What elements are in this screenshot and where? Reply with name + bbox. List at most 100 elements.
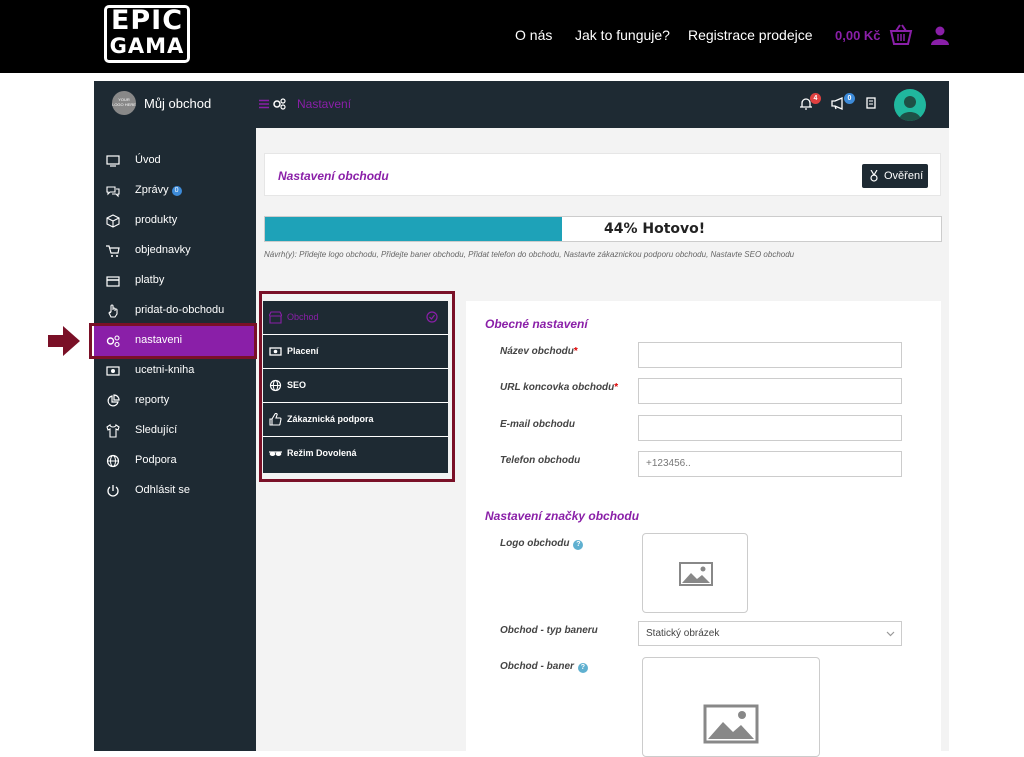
messages-badge: 0: [171, 186, 182, 196]
user-avatar[interactable]: [894, 89, 926, 121]
breadcrumb-gears-icon: [273, 98, 286, 110]
banner-upload[interactable]: [642, 657, 820, 757]
shop-name-label-text: Název obchodu: [500, 346, 574, 357]
setup-progress-bar: 44% Hotovo!: [264, 216, 942, 242]
megaphone-icon[interactable]: [831, 97, 845, 110]
banner-type-select[interactable]: Statický obrázek: [638, 621, 902, 646]
check-circle-icon: [426, 311, 438, 323]
sidebar-item-label: Podpora: [135, 454, 177, 466]
verify-button[interactable]: Ověření: [862, 164, 928, 188]
setup-progress-fill: [265, 217, 563, 241]
shop-name-input[interactable]: [638, 342, 902, 368]
sidebar-item-reporty[interactable]: reporty: [94, 386, 256, 416]
sidebar-item-uvod[interactable]: Úvod: [94, 146, 256, 176]
basket-icon[interactable]: [889, 24, 913, 46]
banner-type-label: Obchod - typ baneru: [500, 625, 598, 636]
ledger-icon[interactable]: [866, 97, 876, 109]
box-icon: [106, 214, 120, 228]
sidebar-item-label: Odhlásit se: [135, 484, 191, 496]
banner-type-value: Statický obrázek: [646, 628, 720, 639]
site-header: EPIC GAMA O nás Jak to funguje? Registra…: [0, 0, 1024, 73]
required-mark: *: [614, 382, 619, 393]
sidebar-item-label: Úvod: [135, 154, 161, 166]
sidebar-item-produkty[interactable]: produkty: [94, 206, 256, 236]
shop-name[interactable]: Můj obchod: [144, 96, 211, 111]
sidebar-item-platby[interactable]: platby: [94, 266, 256, 296]
cart-total[interactable]: 0,00 Kč: [835, 28, 881, 43]
sidebar-item-label: platby: [135, 274, 165, 286]
sidebar-item-ucetni-kniha[interactable]: ucetni-kniha: [94, 356, 256, 386]
phone-input[interactable]: +123456..: [638, 451, 902, 477]
banner-label-text: Obchod - baner: [500, 661, 574, 672]
tab-rezim-dovolena[interactable]: Režim Dovolená: [263, 437, 448, 471]
email-input[interactable]: [638, 415, 902, 441]
power-icon: [107, 485, 119, 497]
sidebar-item-odhlasit-se[interactable]: Odhlásit se: [94, 476, 256, 506]
general-settings-form: Obecné nastavení Název obchodu* URL konc…: [466, 301, 941, 757]
info-icon[interactable]: ?: [573, 540, 584, 550]
tab-label: Režim Dovolená: [287, 448, 357, 458]
tab-seo[interactable]: SEO: [263, 369, 448, 403]
shop-avatar[interactable]: YOUR LOGO HERE: [112, 91, 136, 115]
sidebar-item-text: Zprávy: [135, 184, 169, 196]
store-icon: [269, 311, 282, 324]
tab-label: Placení: [287, 346, 319, 356]
sidebar-item-pridat-do-obchodu[interactable]: pridat-do-obchodu: [94, 296, 256, 326]
settings-title-card: Nastavení obchodu Ověření: [264, 153, 941, 196]
info-icon[interactable]: ?: [577, 663, 588, 673]
globe-icon: [269, 379, 282, 392]
monitor-icon: [106, 155, 120, 167]
menu-toggle-icon[interactable]: [259, 99, 269, 109]
shirt-icon: [106, 424, 120, 438]
sidebar-item-label: ucetni-kniha: [135, 364, 195, 376]
verify-button-label: Ověření: [884, 170, 924, 182]
tab-placeni[interactable]: Placení: [263, 335, 448, 369]
page-title: Nastavení obchodu: [278, 169, 389, 183]
setup-progress-label: 44% Hotovo!: [604, 221, 706, 237]
sidebar-item-sledujici[interactable]: Sledující: [94, 416, 256, 446]
tab-label: SEO: [287, 380, 307, 390]
breadcrumb-current: Nastavení: [297, 97, 352, 111]
shop-name-label: Název obchodu*: [500, 346, 578, 357]
nav-link-how-it-works[interactable]: Jak to funguje?: [575, 27, 670, 43]
nav-link-seller-registration[interactable]: Registrace prodejce: [688, 27, 813, 43]
sidebar-item-label: objednavky: [135, 244, 191, 256]
medal-icon: [870, 170, 878, 182]
url-slug-label: URL koncovka obchodu*: [500, 382, 618, 393]
tab-obchod[interactable]: Obchod: [263, 301, 448, 335]
sidebar-item-label: Sledující: [135, 424, 178, 436]
annotation-highlight-settings: [89, 323, 257, 359]
thumbs-up-icon: [269, 413, 282, 426]
sidebar-item-podpora[interactable]: Podpora: [94, 446, 256, 476]
notifications-badge: 4: [810, 93, 821, 104]
sidebar-item-zpravy[interactable]: Zprávy 0: [94, 176, 256, 206]
shop-avatar-text: YOUR LOGO HERE: [112, 97, 136, 107]
logo-label-text: Logo obchodu: [500, 538, 570, 549]
user-avatar-icon: [899, 96, 921, 121]
tab-label: Obchod: [287, 312, 319, 322]
sidebar: Úvod Zprávy 0 produkty objednavky platby …: [94, 128, 256, 751]
required-mark: *: [573, 346, 578, 357]
logo-upload[interactable]: [642, 533, 748, 613]
image-placeholder-icon: [703, 704, 759, 744]
section-title-branding: Nastavení značky obchodu: [485, 509, 640, 523]
settings-tabs: Obchod Placení SEO Zákaznická podpora Re…: [263, 301, 448, 473]
epic-gama-logo[interactable]: EPIC GAMA: [104, 5, 190, 63]
phone-label: Telefon obchodu: [500, 455, 581, 466]
cart-icon: [106, 245, 120, 257]
nav-link-about[interactable]: O nás: [515, 27, 552, 43]
url-slug-input[interactable]: [638, 378, 902, 404]
dashboard-header: YOUR LOGO HERE Můj obchod Nastavení 4 0: [94, 81, 949, 128]
section-title-general: Obecné nastavení: [485, 317, 588, 331]
chat-icon: [106, 186, 120, 198]
email-label: E-mail obchodu: [500, 419, 575, 430]
sidebar-item-label: produkty: [135, 214, 178, 226]
money-icon: [106, 366, 120, 376]
user-icon[interactable]: [931, 26, 949, 45]
sidebar-item-objednavky[interactable]: objednavky: [94, 236, 256, 266]
image-placeholder-icon: [679, 562, 713, 586]
banner-label: Obchod - baner?: [500, 661, 588, 673]
tab-zakaznicka-podpora[interactable]: Zákaznická podpora: [263, 403, 448, 437]
setup-suggestions: Návrh(y): Přidejte logo obchodu, Přidejt…: [264, 250, 795, 259]
sunglasses-icon: [269, 451, 282, 456]
